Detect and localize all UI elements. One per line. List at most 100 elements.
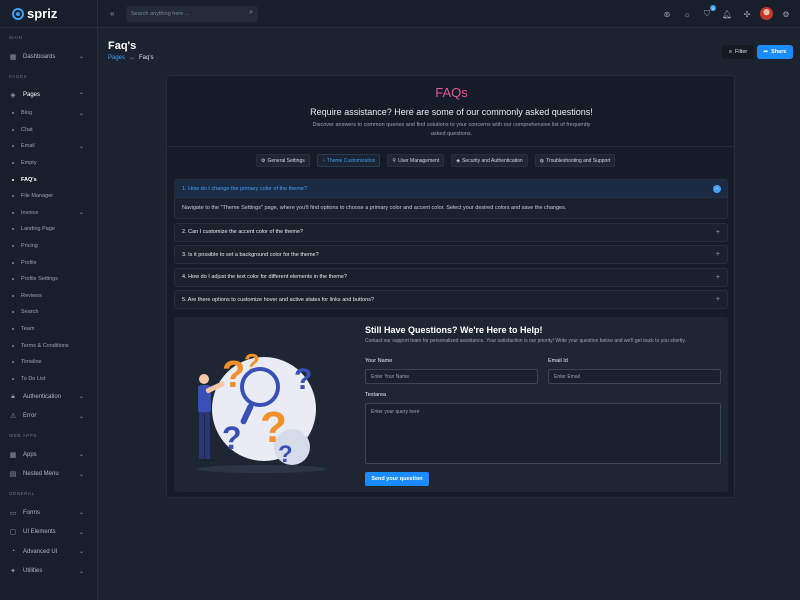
sidebar-subitem-to-do-list[interactable]: To Do List xyxy=(0,371,97,388)
bullet-icon xyxy=(12,128,14,131)
tab-troubleshooting-and-support[interactable]: ◍ Troubleshooting and Support xyxy=(534,154,616,167)
sidebar-item-authentication[interactable]: 🔒︎ Authentication ⌄ xyxy=(0,387,97,407)
currency-icon[interactable]: ⊛ xyxy=(661,8,673,20)
sidebar-subitem-chat[interactable]: Chat xyxy=(0,122,97,139)
chevron-down-icon: ⌄ xyxy=(78,143,84,150)
tab-user-management[interactable]: ⚲ User Management xyxy=(387,154,445,167)
sidebar-item-label: Pages xyxy=(23,92,41,99)
sidebar-item-ui-elements[interactable]: ▢ UI Elements ⌄ xyxy=(0,523,97,543)
expand-icon[interactable]: + xyxy=(716,274,720,281)
bullet-icon xyxy=(12,195,14,198)
bullet-icon xyxy=(12,344,14,347)
expand-icon[interactable]: + xyxy=(716,296,720,303)
chevron-down-icon: ⌄ xyxy=(78,210,84,217)
apps-grid-icon[interactable]: ✣ xyxy=(741,8,753,20)
cart-icon[interactable]: ⛉ 5 xyxy=(701,5,716,20)
email-field[interactable] xyxy=(548,369,721,384)
sidebar-subitem-invoice[interactable]: Invoice ⌄ xyxy=(0,205,97,222)
chevron-down-icon: ⌄ xyxy=(78,568,84,575)
sidebar-subitem-email[interactable]: Email ⌄ xyxy=(0,138,97,155)
sidebar-subitem-label: Landing Page xyxy=(21,226,55,233)
name-field[interactable] xyxy=(365,369,538,384)
faq-tabs: ⚙ General Settings ◔ Theme Customization ⚲ Us… xyxy=(256,154,616,167)
bullet-icon xyxy=(12,162,14,165)
filter-button[interactable]: ≡ Filter xyxy=(722,45,754,59)
menu-icon: ▤ xyxy=(9,471,17,479)
tab-label: General Settings xyxy=(267,157,305,164)
sidebar-subitem-profile[interactable]: Profile xyxy=(0,254,97,271)
sidebar-item-label: Authentication xyxy=(23,393,62,400)
expand-icon[interactable]: + xyxy=(716,251,720,258)
share-button[interactable]: ➦ Share xyxy=(757,45,793,59)
sidebar-subitem-profile-settings[interactable]: Profile Settings xyxy=(0,271,97,288)
chevron-down-icon: ⌄ xyxy=(78,452,84,459)
chevron-down-icon: ⌄ xyxy=(78,549,84,556)
share-label: Share xyxy=(771,49,787,55)
accordion-question: 4. How do I adjust the text color for di… xyxy=(182,274,347,280)
settings-icon[interactable]: ⚙ xyxy=(780,8,792,20)
sidebar-subitem-timeline[interactable]: Timeline xyxy=(0,354,97,371)
sidebar-item-dashboards[interactable]: ▦ Dashboards ⌄ xyxy=(0,47,97,67)
sidebar-subitem-label: Profile Settings xyxy=(21,276,58,283)
sidebar-item-pages[interactable]: ◈ Pages ⌃ xyxy=(0,86,97,106)
chevron-up-icon: ⌃ xyxy=(78,92,84,99)
query-textarea[interactable] xyxy=(365,403,721,464)
tab-general-settings[interactable]: ⚙ General Settings xyxy=(256,154,310,167)
sidebar-subitem-blog[interactable]: Blog ⌄ xyxy=(0,105,97,122)
sidebar-subitem-empty[interactable]: Empty xyxy=(0,155,97,172)
logo-icon xyxy=(12,7,24,20)
search-input[interactable] xyxy=(131,11,241,17)
search-icon[interactable]: ⌕ xyxy=(249,9,253,17)
chevron-down-icon: ⌄ xyxy=(78,394,84,401)
notification-icon[interactable]: 🔔︎ xyxy=(721,8,733,20)
sidebar-item-label: Advanced UI xyxy=(23,548,58,555)
accordion-item[interactable]: 5. Are there options to customize hover … xyxy=(174,290,728,309)
sidebar-subitem-pricing[interactable]: Pricing xyxy=(0,238,97,255)
tab-security-and-authentication[interactable]: ◈ Security and Authentication xyxy=(451,154,528,167)
sidebar-subitem-team[interactable]: Team xyxy=(0,321,97,338)
breadcrumb-link-pages[interactable]: Pages xyxy=(108,55,125,61)
chevron-down-icon: ⌄ xyxy=(78,510,84,517)
sidebar-subitem-search[interactable]: Search xyxy=(0,304,97,321)
sidebar-item-advanced-ui[interactable]: ◔ Advanced UI ⌄ xyxy=(0,542,97,562)
avatar[interactable] xyxy=(760,7,773,20)
tab-icon: ⚙ xyxy=(261,157,266,164)
brand-logo[interactable]: spriz xyxy=(0,0,97,28)
faq-accordion: 1. How do I change the primary color of … xyxy=(174,179,728,313)
expand-icon[interactable]: + xyxy=(716,229,720,236)
name-label: Your Name xyxy=(365,358,393,364)
layers-icon: ◈ xyxy=(10,92,16,100)
collapse-sidebar-icon[interactable]: « xyxy=(110,9,114,18)
sidebar-subitem-faq-s[interactable]: FAQ's xyxy=(0,171,97,188)
pages-submenu: Blog ⌄ Chat Email ⌄ Empty FAQ's File Manager Inv… xyxy=(0,105,97,387)
theme-toggle-icon[interactable]: ☼ xyxy=(681,8,693,20)
page-title: Faq's xyxy=(108,40,137,52)
search-box[interactable]: ⌕ xyxy=(126,6,258,22)
tab-icon: ⚲ xyxy=(392,157,397,164)
accordion-header[interactable]: 1. How do I change the primary color of … xyxy=(175,180,727,198)
sidebar-subitem-reviews[interactable]: Reviews xyxy=(0,288,97,305)
send-question-button[interactable]: Send your question xyxy=(365,472,429,486)
lock-icon: 🔒︎ xyxy=(11,392,15,400)
sidebar-item-forms[interactable]: ▭ Forms ⌄ xyxy=(0,503,97,523)
sidebar-subitem-label: Team xyxy=(21,326,35,333)
sidebar-subitem-label: Pricing xyxy=(21,243,38,250)
sidebar-subitem-terms-conditions[interactable]: Terms & Conditions xyxy=(0,337,97,354)
accordion-item[interactable]: 2. Can I customize the accent color of t… xyxy=(174,222,728,242)
collapse-icon[interactable]: − xyxy=(713,184,721,193)
sidebar-subitem-landing-page[interactable]: Landing Page xyxy=(0,221,97,238)
cart-badge: 5 xyxy=(710,5,716,11)
sidebar-subitem-label: Empty xyxy=(21,160,37,167)
sidebar-item-apps[interactable]: ▦ Apps ⌄ xyxy=(0,445,97,465)
chevron-down-icon: ⌄ xyxy=(78,54,84,61)
tab-theme-customization[interactable]: ◔ Theme Customization xyxy=(316,154,381,167)
sidebar-subitem-file-manager[interactable]: File Manager xyxy=(0,188,97,205)
sidebar-item-nested-menu[interactable]: ▤ Nested Menu ⌄ xyxy=(0,465,97,485)
tab-label: Troubleshooting and Support xyxy=(546,157,611,164)
accordion-item[interactable]: 4. How do I adjust the text color for di… xyxy=(174,267,728,287)
sidebar-subitem-label: Profile xyxy=(21,259,37,266)
sidebar-item-utilities[interactable]: ✦ Utilities ⌄ xyxy=(0,562,97,582)
accordion-item[interactable]: 3. Is it possible to set a background co… xyxy=(174,245,728,264)
sidebar-item-error[interactable]: ⚠︎ Error ⌄ xyxy=(0,407,97,427)
breadcrumb-separator-icon: ↔ xyxy=(129,55,136,61)
